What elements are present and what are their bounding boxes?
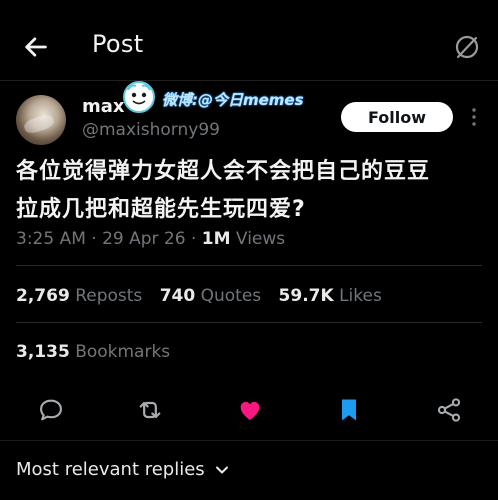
- bookmark-icon[interactable]: [335, 396, 363, 424]
- bookmarks-count: 3,135: [16, 342, 70, 362]
- views-count: 1M: [201, 229, 231, 249]
- likes-count: 59.7K: [278, 286, 334, 306]
- share-icon[interactable]: [435, 396, 463, 424]
- replies-sort-label: Most relevant replies: [16, 459, 205, 480]
- views-label: Views: [230, 229, 286, 249]
- chevron-down-icon: [215, 466, 228, 473]
- like-icon[interactable]: [236, 396, 264, 424]
- avatar[interactable]: [16, 95, 66, 145]
- follow-button[interactable]: Follow: [341, 102, 453, 132]
- header-divider: [0, 80, 498, 81]
- engagement-stats: 2,769 Reposts 740 Quotes 59.7K Likes: [16, 286, 394, 306]
- post-timestamp[interactable]: 3:25 AM · 29 Apr 26 ·: [16, 229, 202, 249]
- post-meta: 3:25 AM · 29 Apr 26 · 1M Views: [16, 229, 285, 249]
- bookmarks-label: Bookmarks: [75, 342, 171, 362]
- watermark-text: 微博:@今日memes: [162, 91, 304, 109]
- reposts-stat[interactable]: 2,769 Reposts: [16, 286, 142, 306]
- likes-stat[interactable]: 59.7K Likes: [279, 286, 382, 306]
- post-text-line-2: 拉成几把和超能先生玩四爱?: [16, 197, 306, 222]
- reposts-count: 2,769: [16, 286, 70, 306]
- author-handle[interactable]: @maxishorny99: [82, 120, 220, 140]
- likes-label: Likes: [339, 286, 382, 306]
- quotes-label: Quotes: [200, 286, 262, 306]
- repost-icon[interactable]: [136, 396, 164, 424]
- divider: [16, 322, 482, 323]
- divider: [0, 440, 498, 441]
- grok-icon[interactable]: [452, 32, 482, 62]
- more-vertical-icon[interactable]: [466, 106, 482, 128]
- arrow-left-icon[interactable]: [22, 33, 50, 61]
- weibo-mascot-icon: [123, 81, 155, 113]
- quotes-stat[interactable]: 740 Quotes: [160, 286, 261, 306]
- post-text: 各位觉得弹力女超人会不会把自己的豆豆 拉成几把和超能先生玩四爱?: [16, 153, 486, 229]
- author-name[interactable]: max: [82, 96, 125, 117]
- quotes-count: 740: [159, 286, 196, 306]
- top-bar: Post: [0, 0, 498, 82]
- reposts-label: Reposts: [75, 286, 143, 306]
- bookmarks-stat[interactable]: 3,135 Bookmarks: [16, 342, 170, 362]
- post-text-line-1: 各位觉得弹力女超人会不会把自己的豆豆: [16, 159, 431, 184]
- page-title: Post: [92, 30, 144, 58]
- divider: [16, 265, 482, 266]
- replies-sort-dropdown[interactable]: Most relevant replies: [16, 459, 229, 480]
- reply-icon[interactable]: [37, 396, 65, 424]
